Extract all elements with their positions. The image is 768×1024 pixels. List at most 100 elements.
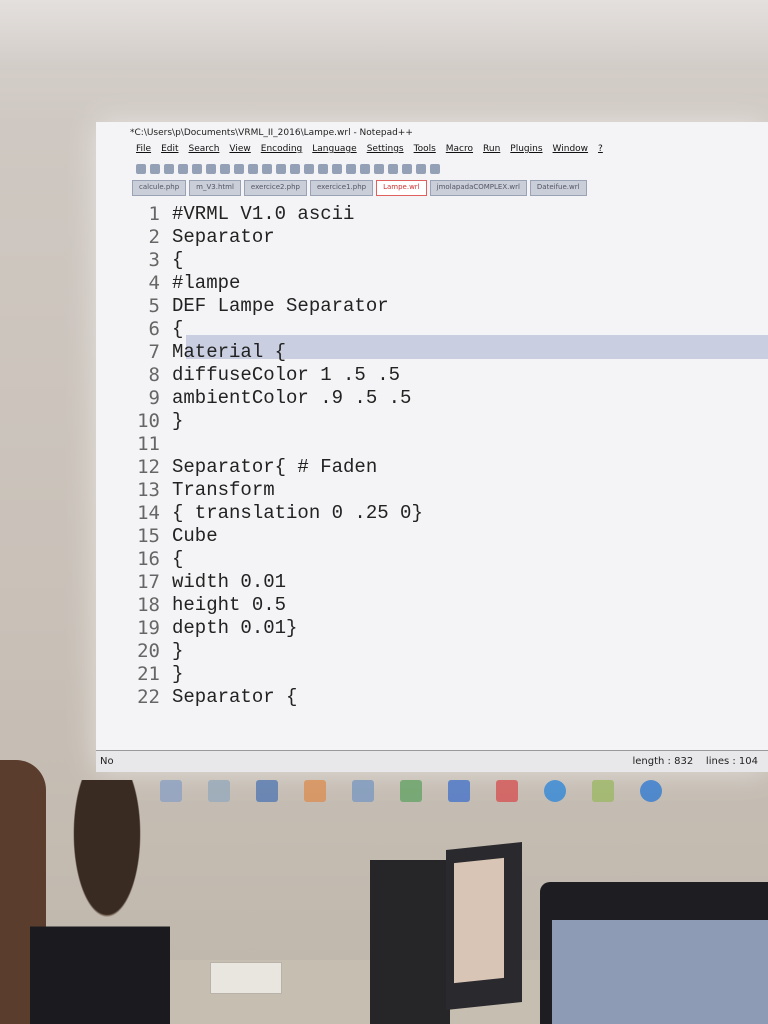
sync-scroll-icon[interactable]	[346, 164, 356, 174]
line-number: 10	[137, 410, 160, 432]
record-macro-icon[interactable]	[402, 164, 412, 174]
replace-icon[interactable]	[304, 164, 314, 174]
copy-icon[interactable]	[234, 164, 244, 174]
play-macro-icon[interactable]	[430, 164, 440, 174]
word-wrap-icon[interactable]	[360, 164, 370, 174]
code-text: Transform	[172, 479, 275, 501]
layers-icon[interactable]	[304, 780, 326, 802]
monitor-small	[446, 842, 522, 1010]
menu-macro[interactable]: Macro	[446, 144, 473, 160]
projected-screen: *C:\Users\p\Documents\VRML_II_2016\Lampe…	[96, 122, 768, 772]
tab-calcule[interactable]: calcule.php	[132, 180, 187, 196]
menu-view[interactable]: View	[229, 144, 250, 160]
task-view-icon[interactable]	[208, 780, 230, 802]
tab-dateifue[interactable]: Dateifue.wrl	[529, 180, 587, 196]
line-number: 1	[148, 203, 160, 225]
code-line: 13 Transform	[116, 478, 275, 502]
line-number: 21	[137, 663, 160, 685]
menu-language[interactable]: Language	[312, 144, 356, 160]
zoom-in-icon[interactable]	[318, 164, 328, 174]
line-number: 16	[137, 548, 160, 570]
menu-run[interactable]: Run	[483, 144, 500, 160]
pc-tower	[370, 860, 450, 1024]
paste-icon[interactable]	[248, 164, 258, 174]
code-text: #VRML V1.0 ascii	[172, 203, 355, 225]
line-number: 2	[148, 226, 160, 248]
tab-lampe[interactable]: Lampe.wrl	[376, 180, 427, 196]
code-text: }	[172, 640, 184, 662]
menu-encoding[interactable]: Encoding	[261, 144, 302, 160]
undo-icon[interactable]	[262, 164, 272, 174]
window-title: *C:\Users\p\Documents\VRML_II_2016\Lampe…	[130, 128, 413, 138]
code-text: DEF Lampe Separator	[172, 295, 389, 317]
monitor-large-screen	[552, 920, 768, 1024]
menu-tools[interactable]: Tools	[414, 144, 436, 160]
word-icon[interactable]	[496, 780, 518, 802]
menu-file[interactable]: File	[136, 144, 151, 160]
indent-guide-icon[interactable]	[388, 164, 398, 174]
status-bar: No length : 832 lines : 104	[96, 750, 768, 772]
ie-icon[interactable]	[640, 780, 662, 802]
menu-bar: File Edit Search View Encoding Language …	[136, 144, 603, 160]
monitor-large	[540, 882, 768, 1024]
tab-exercice1[interactable]: exercice1.php	[310, 180, 374, 196]
code-text: { translation 0 .25 0}	[172, 502, 423, 524]
redo-icon[interactable]	[276, 164, 286, 174]
vrml-icon[interactable]	[256, 780, 278, 802]
code-text: #lampe	[172, 272, 241, 294]
save-all-icon[interactable]	[178, 164, 188, 174]
find-icon[interactable]	[290, 164, 300, 174]
print-icon[interactable]	[206, 164, 216, 174]
tab-m-v3[interactable]: m_V3.html	[189, 180, 241, 196]
menu-edit[interactable]: Edit	[161, 144, 178, 160]
folder-icon[interactable]	[352, 780, 374, 802]
menu-plugins[interactable]: Plugins	[510, 144, 542, 160]
open-file-icon[interactable]	[150, 164, 160, 174]
skype-icon[interactable]	[544, 780, 566, 802]
close-icon[interactable]	[192, 164, 202, 174]
code-text: height 0.5	[172, 594, 287, 616]
save-icon[interactable]	[164, 164, 174, 174]
status-lines: lines : 104	[705, 756, 758, 767]
code-editor[interactable]: 1 #VRML V1.0 ascii 2 Separator 3{ 4 #lampe …	[116, 202, 768, 742]
code-line: 2 Separator	[116, 225, 275, 249]
line-number: 20	[137, 640, 160, 662]
zoom-out-icon[interactable]	[332, 164, 342, 174]
code-text: {	[172, 548, 184, 570]
code-line: 19 depth 0.01}	[116, 616, 297, 640]
stop-macro-icon[interactable]	[416, 164, 426, 174]
menu-help[interactable]: ?	[598, 144, 603, 160]
cut-icon[interactable]	[220, 164, 230, 174]
outlook-icon[interactable]	[448, 780, 470, 802]
line-number: 18	[137, 594, 160, 616]
status-length: length : 832	[632, 756, 694, 767]
tab-jmolapada[interactable]: jmolapadaCOMPLEX.wrl	[429, 180, 527, 196]
line-number: 15	[137, 525, 160, 547]
code-line: 15 Cube	[116, 524, 218, 548]
excel-icon[interactable]	[400, 780, 422, 802]
code-line: 7 Material {	[116, 340, 286, 364]
menu-search[interactable]: Search	[189, 144, 220, 160]
code-text: width 0.01	[172, 571, 287, 593]
code-line: 11	[116, 432, 172, 456]
toolbar	[136, 160, 768, 178]
code-text: Separator {	[172, 686, 298, 708]
tab-exercice2[interactable]: exercice2.php	[243, 180, 307, 196]
line-number: 14	[137, 502, 160, 524]
code-text: Material {	[172, 341, 287, 363]
code-line: 22 Separator {	[116, 685, 297, 709]
code-text: {	[172, 318, 184, 340]
line-number: 22	[137, 686, 160, 708]
code-line: 8 diffuseColor 1 .5 .5	[116, 363, 401, 387]
menu-settings[interactable]: Settings	[367, 144, 404, 160]
person-student	[30, 780, 170, 1024]
new-file-icon[interactable]	[136, 164, 146, 174]
code-text: ambientColor .9 .5 .5	[172, 387, 412, 409]
line-number: 7	[148, 341, 160, 363]
menu-window[interactable]: Window	[553, 144, 589, 160]
code-line: 10}	[116, 409, 183, 433]
show-all-chars-icon[interactable]	[374, 164, 384, 174]
notepadpp-icon[interactable]	[592, 780, 614, 802]
code-line: 21}	[116, 662, 183, 686]
line-number: 9	[148, 387, 160, 409]
